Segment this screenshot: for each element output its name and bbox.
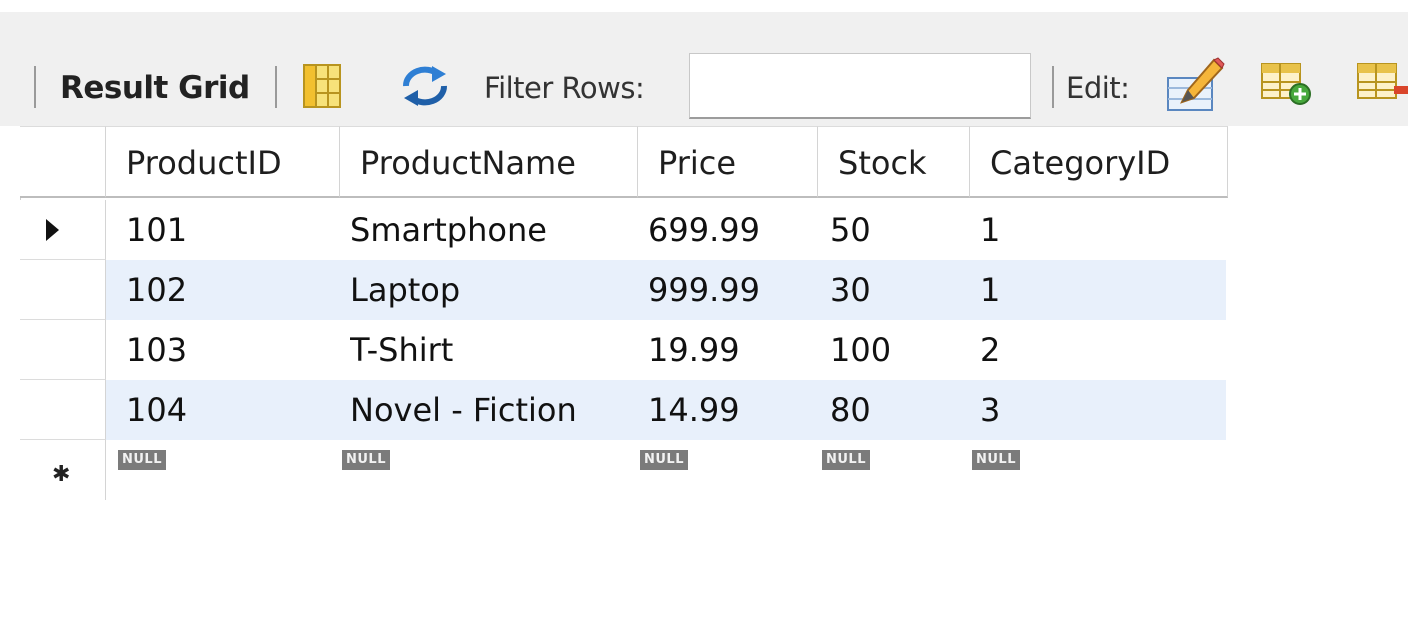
row-indicator[interactable] [20,200,106,260]
new-row-indicator[interactable]: ✱ [20,440,106,500]
cell-stock[interactable]: 30 [830,260,871,320]
delete-row-icon[interactable] [1356,60,1408,108]
cell-categoryid[interactable]: 2 [980,320,1000,380]
cell-productid[interactable]: 104 [126,380,187,440]
result-grid: ProductID ProductName Price Stock Catego… [0,126,1408,634]
cell-categoryid[interactable]: 3 [980,380,1000,440]
cell-price[interactable]: 19.99 [648,320,740,380]
toolbar-row: Result Grid Filter Rows: Edit: [0,48,1408,128]
toolbar-separator [1052,66,1054,108]
cell-productid[interactable]: 103 [126,320,187,380]
column-header-stock[interactable]: Stock [818,126,970,198]
table-row[interactable]: 103 T-Shirt 19.99 100 2 [20,320,1226,380]
filter-rows-input[interactable] [689,53,1031,119]
null-badge-categoryid[interactable]: NULL [972,450,1021,470]
column-header-price[interactable]: Price [638,126,818,198]
table-row[interactable]: 102 Laptop 999.99 30 1 [20,260,1226,320]
add-row-icon[interactable] [1260,60,1312,108]
row-indicator[interactable] [20,260,106,320]
cell-productname[interactable]: T-Shirt [350,320,453,380]
current-row-arrow-icon [46,219,59,241]
cell-productid[interactable]: 102 [126,260,187,320]
refresh-icon[interactable] [398,64,452,108]
column-header-productname[interactable]: ProductName [340,126,638,198]
row-indicator-header [20,126,106,198]
cell-stock[interactable]: 80 [830,380,871,440]
top-strip [0,0,1408,12]
cell-categoryid[interactable]: 1 [980,200,1000,260]
cell-productname[interactable]: Laptop [350,260,460,320]
table-row[interactable]: 101 Smartphone 699.99 50 1 [20,200,1226,260]
toolbar-separator [34,66,36,108]
column-header-categoryid[interactable]: CategoryID [970,126,1228,198]
null-badge-productid[interactable]: NULL [118,450,167,470]
cell-price[interactable]: 699.99 [648,200,760,260]
null-badge-price[interactable]: NULL [640,450,689,470]
filter-rows-label: Filter Rows: [484,71,645,105]
result-grid-tab[interactable]: Result Grid [60,68,250,108]
null-badge-productname[interactable]: NULL [342,450,391,470]
edit-label: Edit: [1066,71,1130,105]
null-badge-stock[interactable]: NULL [822,450,871,470]
cell-stock[interactable]: 50 [830,200,871,260]
new-row-star-icon: ✱ [52,462,71,487]
cell-price[interactable]: 999.99 [648,260,760,320]
cell-productid[interactable]: 101 [126,200,187,260]
table-row[interactable]: 104 Novel - Fiction 14.99 80 3 [20,380,1226,440]
edit-pencil-icon[interactable] [1164,54,1226,114]
cell-stock[interactable]: 100 [830,320,891,380]
cell-price[interactable]: 14.99 [648,380,740,440]
result-toolbar: Result Grid Filter Rows: Edit: [0,12,1408,126]
cell-productname[interactable]: Smartphone [350,200,547,260]
column-header-productid[interactable]: ProductID [106,126,340,198]
cell-categoryid[interactable]: 1 [980,260,1000,320]
cell-productname[interactable]: Novel - Fiction [350,380,577,440]
row-indicator[interactable] [20,320,106,380]
grid-layout-icon[interactable] [302,62,344,110]
toolbar-separator [275,66,277,108]
row-indicator[interactable] [20,380,106,440]
